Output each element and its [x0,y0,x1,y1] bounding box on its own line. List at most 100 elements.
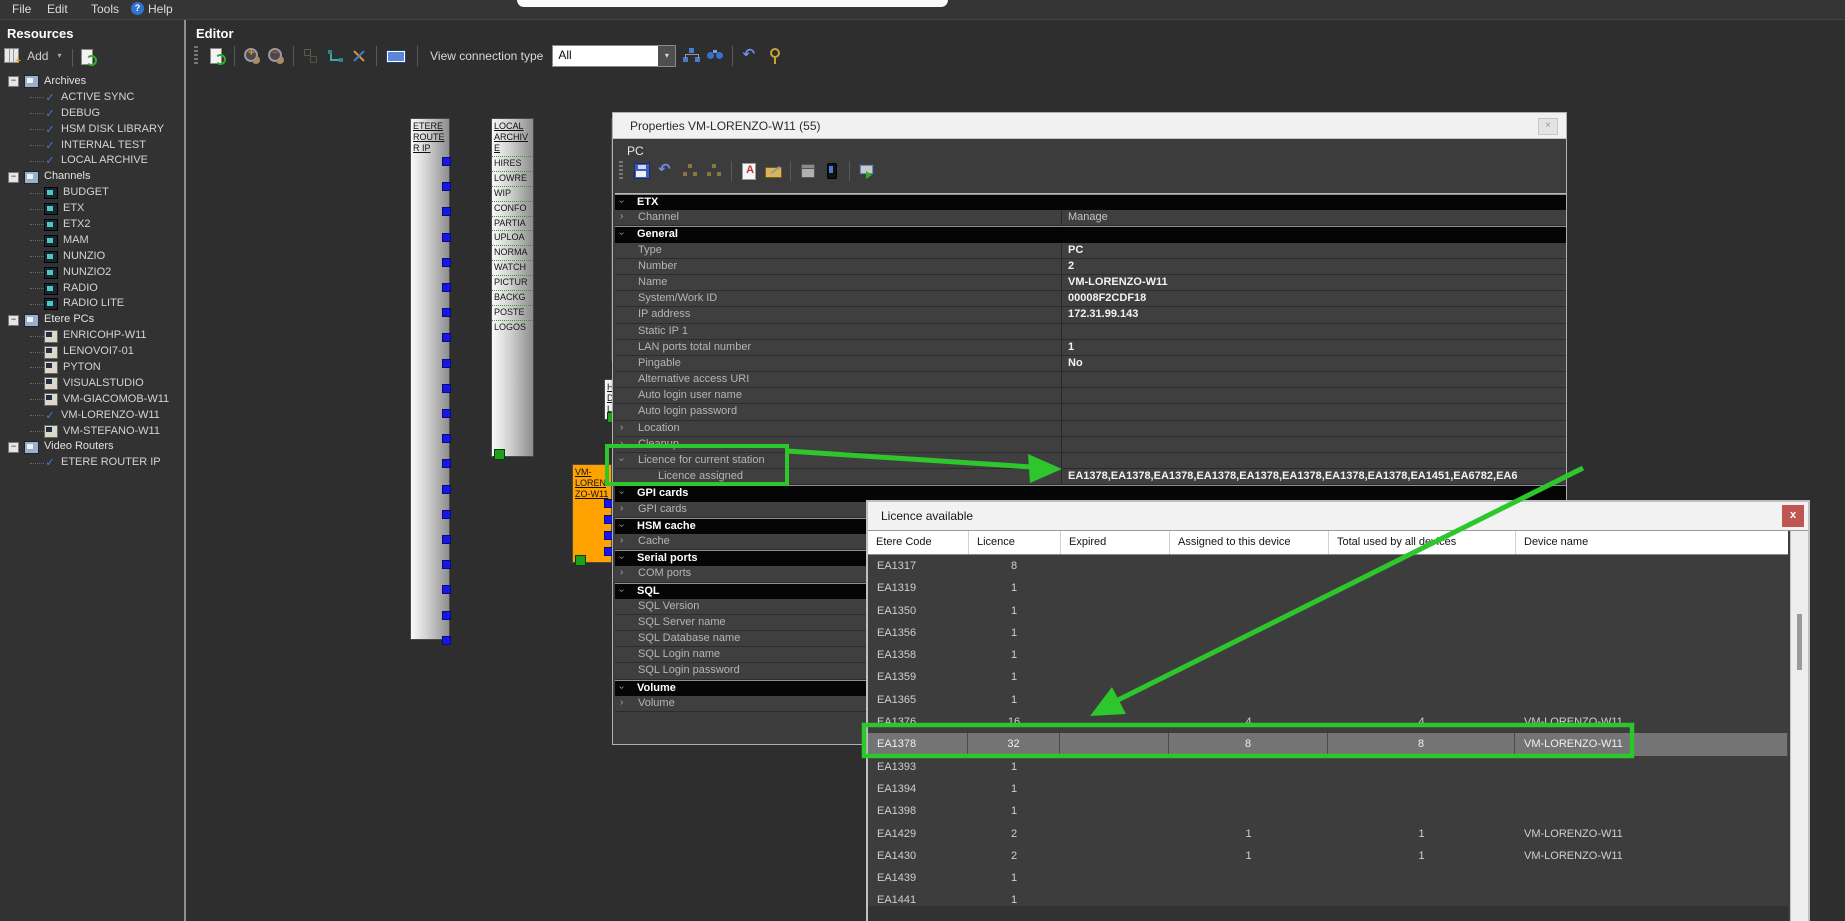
chevron-right-icon[interactable]: › [620,503,623,514]
output-port-icon[interactable] [494,449,505,460]
table-row-ea1365[interactable]: EA13651 [868,689,1788,711]
phone-icon[interactable] [823,162,841,180]
property-value[interactable] [1061,421,1566,436]
tree-item-etx[interactable]: ETX [0,201,186,217]
connection-port-icon[interactable] [442,359,451,368]
property-row-name[interactable]: NameVM-LORENZO-W11 [615,275,1566,291]
tree-dim-icon[interactable] [681,162,699,180]
property-row-number[interactable]: Number2 [615,259,1566,275]
node-etere-router-ip[interactable]: ETERE ROUTER IP [410,118,450,640]
chevron-down-icon[interactable]: › [616,588,627,591]
property-row-static-ip-1[interactable]: Static IP 1 [615,324,1566,340]
property-row-auto-login-password[interactable]: Auto login password [615,404,1566,420]
table-row-ea1439[interactable]: EA14391 [868,867,1788,889]
connection-port-icon[interactable] [442,434,451,443]
property-value[interactable] [1061,324,1566,339]
collapse-icon[interactable]: − [8,442,19,453]
property-row-licence-for-current-station[interactable]: ›Licence for current station [615,453,1566,469]
menu-file[interactable]: File [12,2,31,16]
property-value[interactable]: No [1061,356,1566,371]
collapse-icon[interactable]: − [8,76,19,87]
table-row-ea1378[interactable]: EA13783288VM-LORENZO-W11 [868,733,1788,755]
chevron-right-icon[interactable]: › [620,567,623,578]
tree-item-visualstudio[interactable]: VISUALSTUDIO [0,376,186,392]
table-row-ea1441[interactable]: EA14411 [868,889,1788,906]
node-vm-lorenzo-w11[interactable]: VM-LORENZO-W11 [572,464,612,563]
property-value[interactable] [1061,453,1566,468]
column-header-etere-code[interactable]: Etere Code [868,531,968,554]
column-header-expired[interactable]: Expired [1060,531,1169,554]
undo-icon[interactable] [657,162,675,180]
tree-item-vm-stefano-w11[interactable]: VM-STEFANO-W11 [0,424,186,440]
scrollbar-thumb[interactable] [1797,614,1802,670]
tree-item-nunzio[interactable]: NUNZIO [0,249,186,265]
tree-item-vm-giacomob-w11[interactable]: VM-GIACOMOB-W11 [0,392,186,408]
property-value[interactable]: 172.31.99.143 [1061,307,1566,322]
table-row-ea1429[interactable]: EA1429211VM-LORENZO-W11 [868,823,1788,845]
property-value[interactable]: 1 [1061,340,1566,355]
tree-item-internal-test[interactable]: ✓INTERNAL TEST [0,138,186,154]
collapse-icon[interactable]: − [8,172,19,183]
property-row-lan-ports-total-number[interactable]: LAN ports total number1 [615,340,1566,356]
tree-item-debug[interactable]: ✓DEBUG [0,106,186,122]
column-header-assigned-to-this-device[interactable]: Assigned to this device [1169,531,1328,554]
connection-port-icon[interactable] [442,333,451,342]
folder-edit-icon[interactable] [764,162,782,180]
tab-pc[interactable]: PC [627,144,644,158]
vertical-scrollbar[interactable] [1790,531,1808,921]
property-value[interactable] [1061,437,1566,452]
property-value[interactable]: 00008F2CDF18 [1061,291,1566,306]
connection-port-icon[interactable] [442,258,451,267]
property-section-general[interactable]: ›General [615,226,1566,242]
tree-item-active-sync[interactable]: ✓ACTIVE SYNC [0,90,186,106]
tree-item-archives[interactable]: −Archives [0,74,186,90]
property-value[interactable]: PC [1061,243,1566,258]
property-row-alternative-access-uri[interactable]: Alternative access URI [615,372,1566,388]
connection-port-icon[interactable] [442,611,451,620]
property-value[interactable] [1061,404,1566,419]
table-row-ea1394[interactable]: EA13941 [868,778,1788,800]
tree-item-pyton[interactable]: PYTON [0,360,186,376]
properties-titlebar[interactable]: Properties VM-LORENZO-W11 (55) × [613,113,1566,139]
connection-port-icon[interactable] [442,459,451,468]
pc-sync-icon[interactable] [858,162,876,180]
chevron-right-icon[interactable]: › [620,535,623,546]
column-header-device-name[interactable]: Device name [1515,531,1788,554]
connection-port-icon[interactable] [442,384,451,393]
tree-item-nunzio2[interactable]: NUNZIO2 [0,265,186,281]
chevron-down-icon[interactable]: › [616,458,627,461]
toolbar-grip[interactable] [619,161,623,181]
table-row-ea1350[interactable]: EA13501 [868,600,1788,622]
table-row-ea1319[interactable]: EA13191 [868,577,1788,599]
connection-port-icon[interactable] [442,157,451,166]
property-row-cleanup[interactable]: ›Cleanup [615,437,1566,453]
tree-dim-icon[interactable] [705,162,723,180]
column-header-total-used-by-all-devices[interactable]: Total used by all devices [1328,531,1515,554]
close-icon[interactable]: × [1538,118,1558,135]
tree-item-etere-pcs[interactable]: −Etere PCs [0,312,186,328]
property-row-system-work-id[interactable]: System/Work ID00008F2CDF18 [615,291,1566,307]
property-row-location[interactable]: ›Location [615,421,1566,437]
property-value[interactable] [1061,388,1566,403]
column-header-licence[interactable]: Licence [968,531,1060,554]
table-row-ea1430[interactable]: EA1430211VM-LORENZO-W11 [868,845,1788,867]
tree-item-vm-lorenzo-w11[interactable]: ✓VM-LORENZO-W11 [0,408,186,424]
tree-item-etx2[interactable]: ETX2 [0,217,186,233]
tree-item-video-routers[interactable]: −Video Routers [0,439,186,455]
connection-port-icon[interactable] [442,182,451,191]
connection-port-icon[interactable] [442,535,451,544]
property-value[interactable]: Manage [1061,210,1566,225]
connection-port-icon[interactable] [442,207,451,216]
connection-port-icon[interactable] [442,409,451,418]
node-local-archive[interactable]: LOCAL ARCHIVEHIRESLOWREWIPCONFOPARTIAUPL… [491,118,534,457]
tree-item-lenovoi7-01[interactable]: LENOVOI7-01 [0,344,186,360]
property-value[interactable]: VM-LORENZO-W11 [1061,275,1566,290]
property-row-ip-address[interactable]: IP address172.31.99.143 [615,307,1566,323]
table-row-ea1356[interactable]: EA13561 [868,622,1788,644]
tree-item-enricohp-w11[interactable]: ENRICOHP-W11 [0,328,186,344]
tree-item-radio-lite[interactable]: RADIO LITE [0,296,186,312]
tree-item-radio[interactable]: RADIO [0,281,186,297]
chevron-down-icon[interactable]: › [616,556,627,559]
save-icon[interactable] [633,162,651,180]
font-icon[interactable] [740,162,758,180]
